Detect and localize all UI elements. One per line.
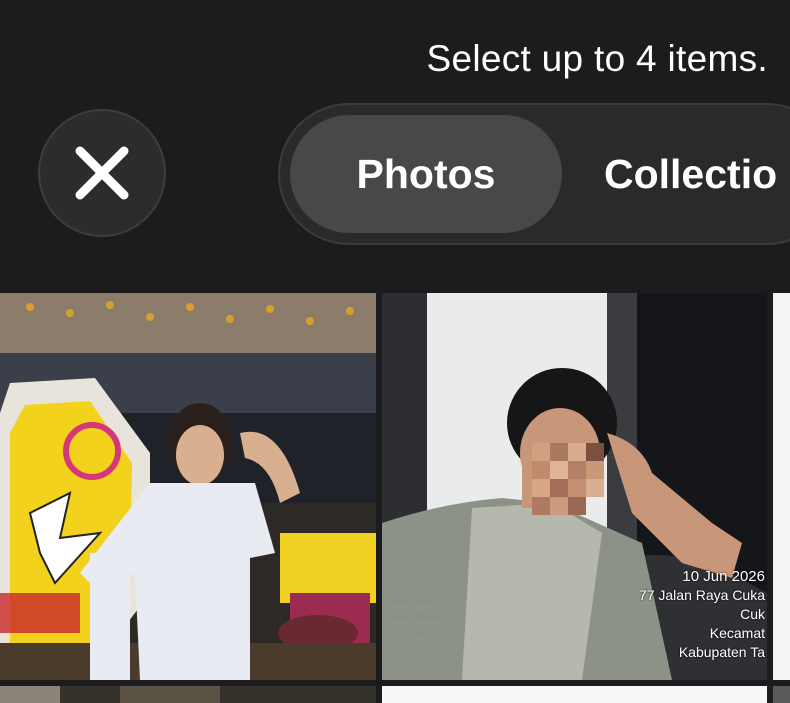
partial-photo	[0, 686, 376, 703]
close-button[interactable]	[38, 109, 166, 237]
photo-thumbnail[interactable]	[773, 293, 790, 680]
photo-thumbnail[interactable]	[0, 293, 376, 680]
photo-location-line: Kecamat	[709, 625, 765, 641]
photo-location-line: Cuk	[740, 606, 765, 622]
tab-photos[interactable]: Photos	[290, 115, 562, 233]
source-segmented-control: Photos Collectio	[278, 103, 790, 245]
photo-thumbnail[interactable]: Kantor Kabut Kantor Minteng Pemerintah P…	[382, 293, 767, 680]
close-x-icon	[75, 146, 129, 200]
tab-collections[interactable]: Collectio	[604, 115, 777, 233]
photo-date-stamp: 10 Jun 2026	[682, 568, 765, 585]
photo-location-line: 77 Jalan Raya Cuka	[638, 587, 765, 603]
selection-instruction: Select up to 4 items.	[426, 38, 768, 79]
photo-picker-screen: Select up to 4 items. Photos Collectio K…	[0, 0, 790, 703]
photo-location-line: Kabupaten Ta	[678, 644, 765, 660]
photo-thumbnail[interactable]	[0, 686, 376, 703]
photo-grid: Kantor Kabut Kantor Minteng Pemerintah P…	[0, 293, 790, 703]
photo-thumbnail[interactable]	[773, 686, 790, 703]
amusement-park-photo	[0, 293, 376, 680]
watermark-text: Kantor Kabut Kantor Minteng Pemerintah P…	[390, 596, 455, 637]
photo-thumbnail[interactable]	[382, 686, 767, 703]
